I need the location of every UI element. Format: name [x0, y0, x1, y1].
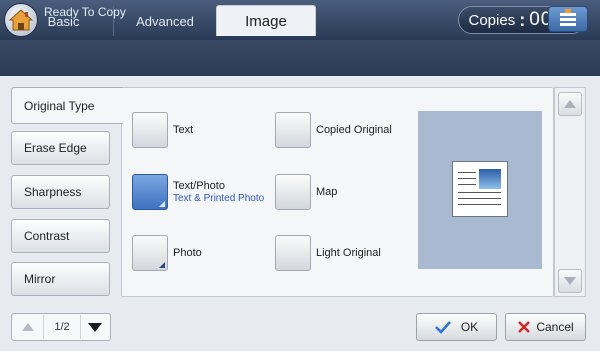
option-map-button[interactable] [275, 174, 311, 210]
doc-line [458, 198, 501, 199]
tab-advanced[interactable]: Advanced [114, 6, 216, 36]
program-menu-icon [560, 9, 576, 26]
triangle-up-icon [22, 323, 34, 331]
option-light-original-button[interactable] [275, 235, 311, 271]
sidebar-item-erase-edge[interactable]: Erase Edge [11, 131, 110, 165]
sidebar-item-sharpness[interactable]: Sharpness [11, 175, 110, 209]
triangle-up-icon [564, 100, 576, 108]
option-text-photo-button[interactable] [132, 174, 168, 210]
cancel-button[interactable]: Cancel [505, 313, 586, 341]
tab-image[interactable]: Image [216, 5, 316, 36]
copies-separator: : [519, 9, 526, 30]
option-settings-corner-icon [159, 262, 165, 268]
option-text-photo-sublabel: Text & Printed Photo [173, 193, 265, 204]
option-text-button[interactable] [132, 112, 168, 148]
option-photo-button[interactable] [132, 235, 168, 271]
option-copied-original-button[interactable] [275, 112, 311, 148]
page-down-button[interactable] [80, 315, 110, 339]
photo-thumbnail-icon [479, 169, 501, 189]
scroll-up-button[interactable] [558, 92, 582, 116]
option-text-label: Text [173, 124, 194, 136]
page-indicator: 1/2 [43, 315, 81, 339]
ok-label: OK [460, 320, 479, 334]
option-settings-corner-icon [159, 201, 165, 207]
option-photo-label: Photo [173, 247, 202, 259]
options-scrollbar[interactable] [554, 87, 586, 297]
triangle-down-icon [564, 277, 576, 285]
text-photo-document-icon [452, 161, 508, 217]
copies-label: Copies [468, 11, 516, 29]
doc-line [458, 204, 501, 205]
doc-line [458, 172, 476, 173]
doc-line [458, 184, 476, 185]
sidebar-item-mirror[interactable]: Mirror [11, 262, 110, 296]
page-navigator: 1/2 [11, 313, 111, 341]
option-light-original-label: Light Original [316, 247, 381, 259]
page-up-button[interactable] [13, 315, 43, 339]
option-text-photo-label: Text/Photo [173, 180, 225, 192]
tab-basic[interactable]: Basic [14, 6, 114, 36]
checkmark-icon [434, 321, 451, 334]
program-menu-button[interactable] [548, 6, 588, 32]
doc-line [458, 178, 476, 179]
cancel-label: Cancel [536, 320, 574, 334]
sidebar-item-contrast[interactable]: Contrast [11, 219, 110, 253]
tab-bar [0, 40, 600, 76]
close-icon [518, 321, 531, 333]
option-map-label: Map [316, 186, 338, 198]
doc-line [458, 192, 501, 193]
ok-button[interactable]: OK [416, 313, 497, 341]
scroll-down-button[interactable] [558, 269, 582, 293]
sidebar-item-original-type[interactable]: Original Type [11, 87, 123, 124]
option-copied-original-label: Copied Original [316, 124, 392, 136]
triangle-down-icon [88, 322, 102, 332]
